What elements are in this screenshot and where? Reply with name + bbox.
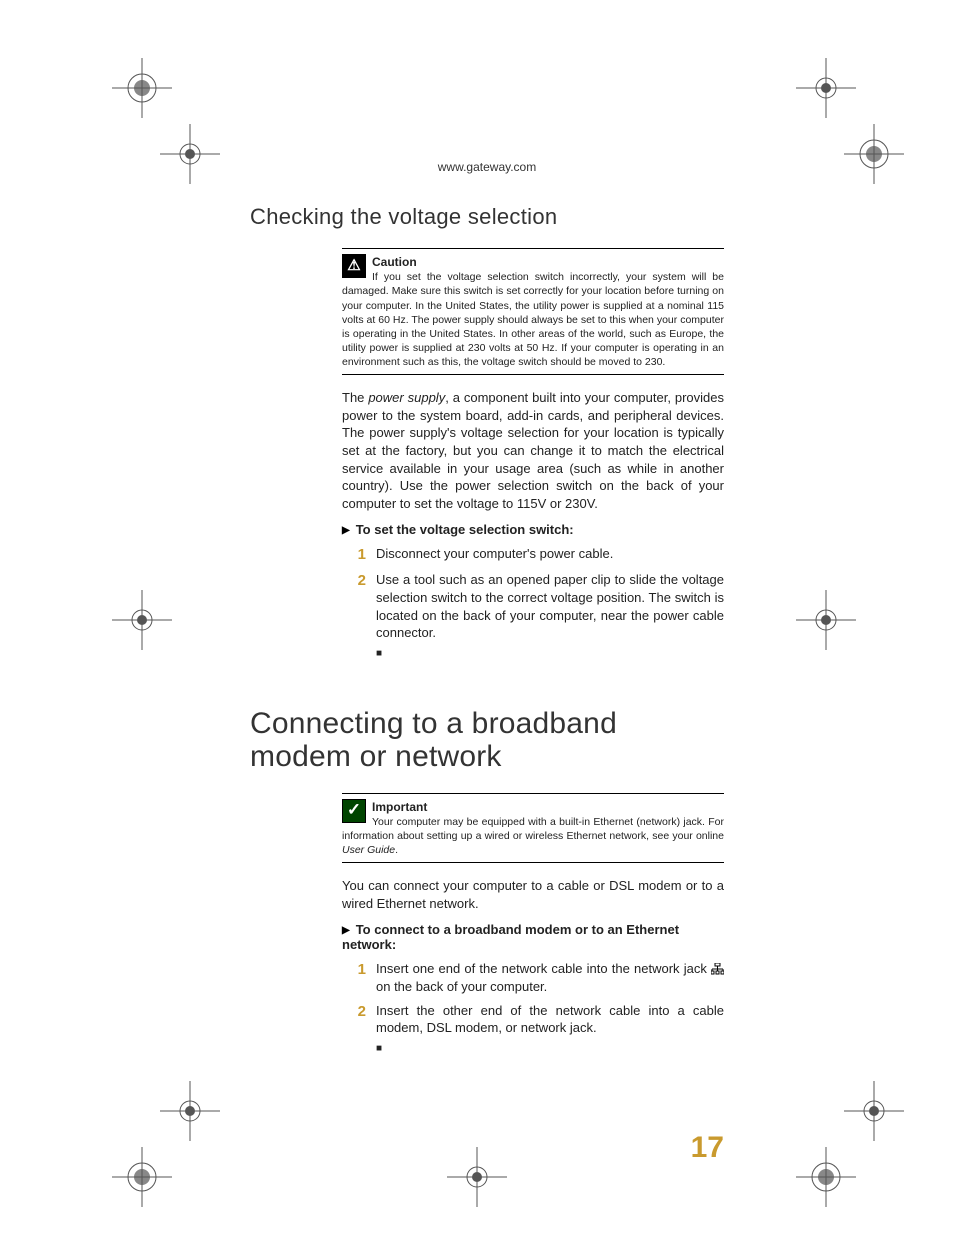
- important-title: Important: [372, 800, 427, 814]
- registration-mark-icon: [796, 1147, 856, 1207]
- voltage-procedure-title: To set the voltage selection switch:: [342, 522, 724, 537]
- registration-mark-icon: [796, 590, 856, 650]
- important-body: Your computer may be equipped with a bui…: [342, 816, 724, 856]
- caution-icon: ⚠: [342, 254, 366, 278]
- list-item: 1 Disconnect your computer's power cable…: [342, 545, 724, 565]
- caution-title: Caution: [372, 255, 417, 269]
- broadband-steps: 1 Insert one end of the network cable in…: [342, 960, 724, 1036]
- registration-mark-icon: [160, 124, 220, 184]
- step-number: 2: [342, 571, 376, 641]
- step-number: 2: [342, 1002, 376, 1037]
- end-of-procedure-icon: ■: [376, 1043, 724, 1054]
- registration-mark-icon: [112, 1147, 172, 1207]
- ethernet-jack-icon: [711, 962, 724, 974]
- list-item: 1 Insert one end of the network cable in…: [342, 960, 724, 995]
- registration-mark-icon: [844, 1081, 904, 1141]
- voltage-steps: 1 Disconnect your computer's power cable…: [342, 545, 724, 641]
- voltage-body-text: The power supply, a component built into…: [342, 389, 724, 512]
- registration-mark-icon: [447, 1147, 507, 1207]
- page-number: 17: [691, 1131, 724, 1165]
- step-number: 1: [342, 545, 376, 565]
- important-callout: ✓ Important Your computer may be equippe…: [342, 793, 724, 864]
- section-heading-broadband: Connecting to a broadband modem or netwo…: [250, 707, 724, 773]
- registration-mark-icon: [796, 58, 856, 118]
- caution-callout: ⚠ Caution If you set the voltage selecti…: [342, 248, 724, 375]
- broadband-body-text: You can connect your computer to a cable…: [342, 877, 724, 912]
- end-of-procedure-icon: ■: [376, 648, 724, 659]
- registration-mark-icon: [844, 124, 904, 184]
- section-heading-voltage: Checking the voltage selection: [250, 204, 724, 230]
- broadband-procedure-title: To connect to a broadband modem or to an…: [342, 922, 724, 952]
- list-item: 2 Insert the other end of the network ca…: [342, 1002, 724, 1037]
- important-icon: ✓: [342, 799, 366, 823]
- registration-mark-icon: [112, 58, 172, 118]
- registration-mark-icon: [112, 590, 172, 650]
- header-url: www.gateway.com: [250, 160, 724, 174]
- step-number: 1: [342, 960, 376, 995]
- registration-mark-icon: [160, 1081, 220, 1141]
- list-item: 2 Use a tool such as an opened paper cli…: [342, 571, 724, 641]
- caution-body: If you set the voltage selection switch …: [342, 271, 724, 368]
